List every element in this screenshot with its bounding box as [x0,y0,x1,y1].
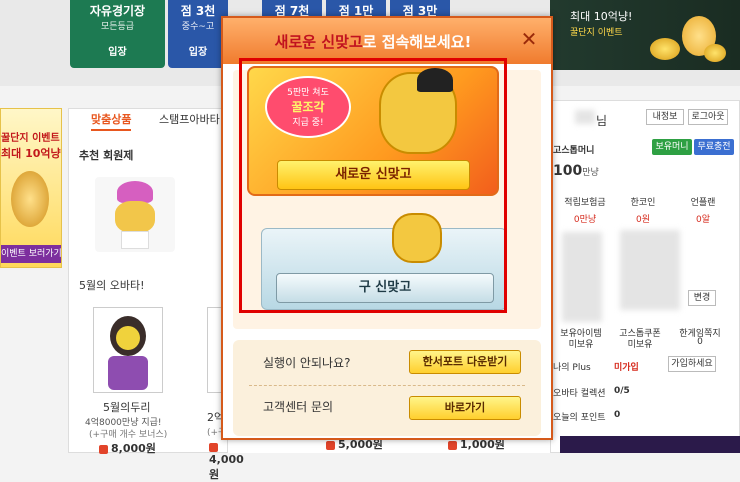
collection-value: 0/5 [614,386,630,396]
amount-value: 100 [553,163,583,179]
mascot-image [11,171,49,227]
launcher-dialog: 새로운 신맞고로 접속해보세요! ✕ 5판만 쳐도 꿀조각 지급 중! 새로운 … [221,16,553,440]
bottom-ad-banner[interactable] [560,436,740,453]
stat-value: 0원 [635,215,650,225]
divider [249,385,525,386]
shop-panel: 맞춤상품 스탬프아바타 추천 회원제 5월의 오바타! 5월의두리 4억8000… [68,108,244,481]
stat-insurance: 적립보험금 0만냥 [556,195,614,225]
plus-label: 나의 Plus [553,363,591,373]
blurred-avatar [562,232,602,322]
logout-button[interactable]: 로그아웃 [688,109,728,125]
room-enter-button[interactable]: 입장 [168,43,228,58]
join-button[interactable]: 가입하세요 [668,356,716,372]
event-view-button[interactable]: 이벤트 보러가기 [1,245,61,263]
stat-label: 언플랜 [690,198,716,208]
cash-icon [326,440,335,450]
dialog-title: 새로운 신맞고로 접속해보세요! [223,31,523,52]
avatar-card-image[interactable] [93,307,163,393]
blurred-avatar [620,230,680,310]
room-subtitle: 중수~고 [181,22,215,32]
room-title: 점 3천 [180,4,216,18]
banner-headline: 최대 10억냥! [570,10,633,23]
tab-stamp-avatar[interactable]: 스탬프아바타 [159,109,220,131]
cash-icon [209,442,218,452]
top-event-banner[interactable]: 최대 10억냥! 꿀단지 이벤트 [550,0,740,70]
money-label: 고스톱머니 [553,146,595,156]
item-value: 0 [697,337,703,347]
help-question-run: 실행이 안되나요? [263,356,351,370]
room-enter-button[interactable]: 입장 [70,43,165,58]
avatar-desc-bonus: (+구매 개수 보너스) [89,430,168,440]
transfer-money-button[interactable]: 보유머니이동 [652,139,692,168]
stat-unplan: 언플랜 0알 [674,195,732,225]
recommend-avatar-image[interactable] [95,177,175,252]
my-info-button[interactable]: 내정보 [646,109,684,125]
user-honorific: 님 [596,114,608,128]
recommend-title: 추천 회원제 [79,149,134,162]
stat-label: 한코인 [630,198,656,208]
stat-hancoin: 한코인 0원 [614,195,672,225]
cash-icon [448,440,457,450]
item-value: 미보유 [627,340,653,350]
collection-label: 오바타 컬렉션 [553,389,606,399]
avatar-name: 5월의두리 [103,401,151,414]
price-text: 4,000원 [209,453,244,481]
points-label: 오늘의 포인트 [553,413,606,423]
banner-subline: 꿀단지 이벤트 [570,28,623,38]
mascot-image [642,0,730,68]
banner-subtitle: 최대 10억냥 [1,147,61,160]
help-question-cs: 고객센터 문의 [263,400,334,414]
amount-unit: 만냥 [582,168,599,178]
left-event-banner[interactable]: 꿀단지 이벤트 최대 10억냥 이벤트 보러가기 [0,108,62,268]
stat-value: 0알 [695,215,710,225]
title-highlight: 새로운 신맞고 [274,33,363,51]
help-section: 실행이 안되나요? 한서포트 다운받기 고객센터 문의 바로가기 [233,340,541,436]
room-free-arena[interactable]: 자유경기장 모든등급 입장 [70,0,165,68]
avatar-price: 8,000원 [99,440,156,456]
item-value: 미보유 [568,340,594,350]
plus-value: 미가입 [614,363,639,373]
room-subtitle: 모든등급 [100,22,135,32]
go-now-button[interactable]: 바로가기 [409,396,521,420]
points-value: 0 [614,410,621,420]
title-rest: 로 접속해보세요! [362,33,472,51]
highlight-frame [239,58,507,313]
tab-custom-products[interactable]: 맞춤상품 [91,109,132,131]
blurred-username [575,110,595,124]
room-3000[interactable]: 점 3천 중수~고 입장 [168,0,228,68]
money-amount: 100만냥 [553,163,599,179]
room-title: 자유경기장 [89,4,146,18]
stat-label: 적립보험금 [564,198,606,208]
change-avatar-button[interactable]: 변경 [688,290,716,306]
banner-title: 꿀단지 이벤트 [1,133,60,144]
price-text: 8,000원 [111,442,156,455]
close-icon[interactable]: ✕ [519,29,539,50]
stat-value: 0만냥 [573,215,597,225]
free-charge-button[interactable]: 무료충전 [694,139,734,155]
cash-icon [99,444,108,454]
monthly-avatar-title: 5월의 오바타! [79,279,145,292]
download-support-button[interactable]: 한서포트 다운받기 [409,350,521,374]
